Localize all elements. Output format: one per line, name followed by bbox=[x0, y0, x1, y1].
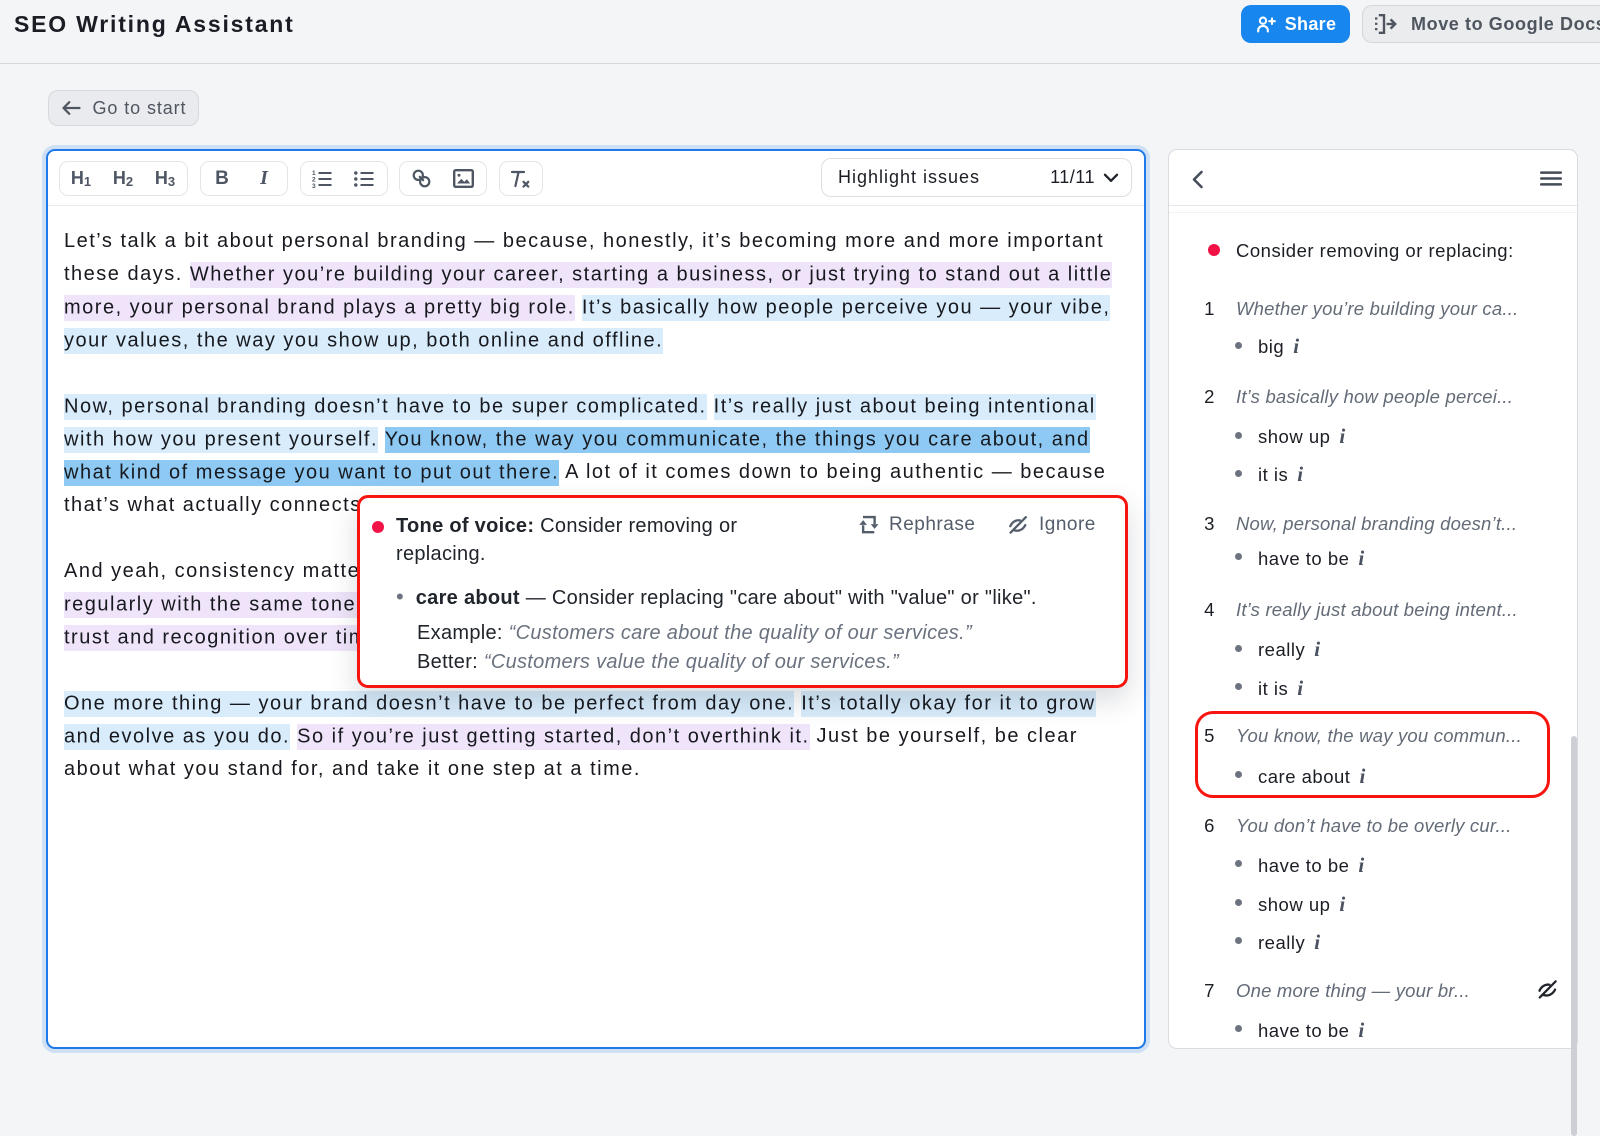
svg-text:3: 3 bbox=[312, 183, 316, 188]
